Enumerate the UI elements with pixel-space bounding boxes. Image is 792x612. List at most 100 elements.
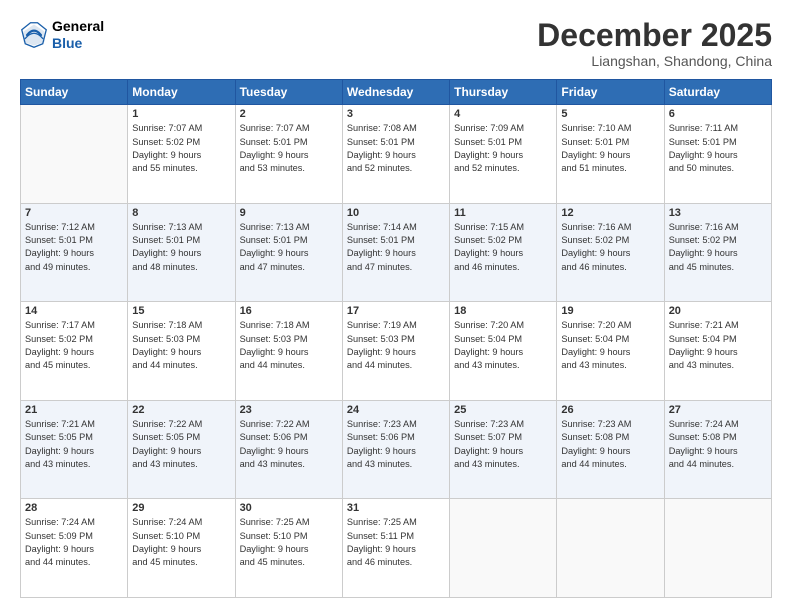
logo-icon bbox=[20, 21, 48, 49]
calendar-cell: 1Sunrise: 7:07 AMSunset: 5:02 PMDaylight… bbox=[128, 105, 235, 204]
day-number: 5 bbox=[561, 108, 659, 120]
calendar-cell bbox=[450, 499, 557, 598]
day-number: 17 bbox=[347, 305, 445, 317]
calendar-cell: 30Sunrise: 7:25 AMSunset: 5:10 PMDayligh… bbox=[235, 499, 342, 598]
day-number: 27 bbox=[669, 404, 767, 416]
calendar-week-row: 1Sunrise: 7:07 AMSunset: 5:02 PMDaylight… bbox=[21, 105, 772, 204]
day-number: 18 bbox=[454, 305, 552, 317]
day-number: 13 bbox=[669, 207, 767, 219]
day-number: 19 bbox=[561, 305, 659, 317]
day-info: Sunrise: 7:13 AMSunset: 5:01 PMDaylight:… bbox=[132, 221, 230, 274]
day-number: 28 bbox=[25, 502, 123, 514]
calendar-cell: 11Sunrise: 7:15 AMSunset: 5:02 PMDayligh… bbox=[450, 203, 557, 302]
calendar-cell: 20Sunrise: 7:21 AMSunset: 5:04 PMDayligh… bbox=[664, 302, 771, 401]
weekday-header-saturday: Saturday bbox=[664, 80, 771, 105]
calendar-cell: 31Sunrise: 7:25 AMSunset: 5:11 PMDayligh… bbox=[342, 499, 449, 598]
calendar-cell bbox=[557, 499, 664, 598]
calendar-cell bbox=[664, 499, 771, 598]
day-number: 24 bbox=[347, 404, 445, 416]
calendar-cell: 17 Sunrise: 7:19 AMSunset: 5:03 PMDayligh… bbox=[342, 302, 449, 401]
calendar-cell: 2 Sunrise: 7:07 AMSunset: 5:01 PMDaylight… bbox=[235, 105, 342, 204]
logo-text: General Blue bbox=[52, 18, 104, 52]
day-number: 4 bbox=[454, 108, 552, 120]
calendar-cell: 28 Sunrise: 7:24 AMSunset: 5:09 PMDayligh… bbox=[21, 499, 128, 598]
day-info: Sunrise: 7:20 AMSunset: 5:04 PMDaylight:… bbox=[454, 319, 552, 372]
calendar-cell: 9Sunrise: 7:13 AMSunset: 5:01 PMDaylight… bbox=[235, 203, 342, 302]
day-info: Sunrise: 7:23 AMSunset: 5:06 PMDaylight:… bbox=[347, 418, 445, 471]
calendar-week-row: 14 Sunrise: 7:17 AMSunset: 5:02 PMDayligh… bbox=[21, 302, 772, 401]
calendar-cell: 19 Sunrise: 7:20 AMSunset: 5:04 PMDayligh… bbox=[557, 302, 664, 401]
calendar-cell: 25Sunrise: 7:23 AMSunset: 5:07 PMDayligh… bbox=[450, 400, 557, 499]
calendar-cell: 15 Sunrise: 7:18 AMSunset: 5:03 PMDayligh… bbox=[128, 302, 235, 401]
day-number: 22 bbox=[132, 404, 230, 416]
calendar-week-row: 28 Sunrise: 7:24 AMSunset: 5:09 PMDayligh… bbox=[21, 499, 772, 598]
day-number: 10 bbox=[347, 207, 445, 219]
calendar-cell: 23 Sunrise: 7:22 AMSunset: 5:06 PMDayligh… bbox=[235, 400, 342, 499]
day-info: Sunrise: 7:16 AMSunset: 5:02 PMDaylight:… bbox=[561, 221, 659, 274]
header: General Blue December 2025 Liangshan, Sh… bbox=[20, 18, 772, 69]
day-number: 3 bbox=[347, 108, 445, 120]
calendar-cell: 3 Sunrise: 7:08 AMSunset: 5:01 PMDaylight… bbox=[342, 105, 449, 204]
day-number: 16 bbox=[240, 305, 338, 317]
weekday-header-tuesday: Tuesday bbox=[235, 80, 342, 105]
day-number: 12 bbox=[561, 207, 659, 219]
logo: General Blue bbox=[20, 18, 104, 52]
day-info: Sunrise: 7:15 AMSunset: 5:02 PMDaylight:… bbox=[454, 221, 552, 274]
calendar-cell: 8 Sunrise: 7:13 AMSunset: 5:01 PMDaylight… bbox=[128, 203, 235, 302]
day-info: Sunrise: 7:21 AMSunset: 5:05 PMDaylight:… bbox=[25, 418, 123, 471]
weekday-header-wednesday: Wednesday bbox=[342, 80, 449, 105]
day-info: Sunrise: 7:23 AMSunset: 5:08 PMDaylight:… bbox=[561, 418, 659, 471]
day-info: Sunrise: 7:10 AMSunset: 5:01 PMDaylight:… bbox=[561, 122, 659, 175]
day-number: 8 bbox=[132, 207, 230, 219]
day-info: Sunrise: 7:22 AMSunset: 5:05 PMDaylight:… bbox=[132, 418, 230, 471]
day-info: Sunrise: 7:08 AMSunset: 5:01 PMDaylight:… bbox=[347, 122, 445, 175]
calendar-cell: 12 Sunrise: 7:16 AMSunset: 5:02 PMDayligh… bbox=[557, 203, 664, 302]
day-number: 30 bbox=[240, 502, 338, 514]
day-info: Sunrise: 7:24 AMSunset: 5:10 PMDaylight:… bbox=[132, 516, 230, 569]
calendar-cell: 22 Sunrise: 7:22 AMSunset: 5:05 PMDayligh… bbox=[128, 400, 235, 499]
calendar-cell: 16 Sunrise: 7:18 AMSunset: 5:03 PMDayligh… bbox=[235, 302, 342, 401]
day-info: Sunrise: 7:20 AMSunset: 5:04 PMDaylight:… bbox=[561, 319, 659, 372]
calendar-week-row: 7Sunrise: 7:12 AMSunset: 5:01 PMDaylight… bbox=[21, 203, 772, 302]
page: General Blue December 2025 Liangshan, Sh… bbox=[0, 0, 792, 612]
day-info: Sunrise: 7:22 AMSunset: 5:06 PMDaylight:… bbox=[240, 418, 338, 471]
day-info: Sunrise: 7:24 AMSunset: 5:09 PMDaylight:… bbox=[25, 516, 123, 569]
calendar-cell: 14 Sunrise: 7:17 AMSunset: 5:02 PMDayligh… bbox=[21, 302, 128, 401]
day-info: Sunrise: 7:25 AMSunset: 5:11 PMDaylight:… bbox=[347, 516, 445, 569]
location: Liangshan, Shandong, China bbox=[537, 53, 772, 69]
day-info: Sunrise: 7:24 AMSunset: 5:08 PMDaylight:… bbox=[669, 418, 767, 471]
day-number: 23 bbox=[240, 404, 338, 416]
day-number: 1 bbox=[132, 108, 230, 120]
day-number: 2 bbox=[240, 108, 338, 120]
weekday-header-thursday: Thursday bbox=[450, 80, 557, 105]
calendar-cell: 26 Sunrise: 7:23 AMSunset: 5:08 PMDayligh… bbox=[557, 400, 664, 499]
day-info: Sunrise: 7:09 AMSunset: 5:01 PMDaylight:… bbox=[454, 122, 552, 175]
logo-blue: Blue bbox=[52, 35, 104, 52]
day-number: 14 bbox=[25, 305, 123, 317]
weekday-header-monday: Monday bbox=[128, 80, 235, 105]
day-info: Sunrise: 7:07 AMSunset: 5:01 PMDaylight:… bbox=[240, 122, 338, 175]
day-number: 15 bbox=[132, 305, 230, 317]
day-number: 25 bbox=[454, 404, 552, 416]
day-number: 9 bbox=[240, 207, 338, 219]
day-info: Sunrise: 7:21 AMSunset: 5:04 PMDaylight:… bbox=[669, 319, 767, 372]
day-info: Sunrise: 7:16 AMSunset: 5:02 PMDaylight:… bbox=[669, 221, 767, 274]
calendar-cell: 29Sunrise: 7:24 AMSunset: 5:10 PMDayligh… bbox=[128, 499, 235, 598]
calendar-cell: 24 Sunrise: 7:23 AMSunset: 5:06 PMDayligh… bbox=[342, 400, 449, 499]
day-info: Sunrise: 7:17 AMSunset: 5:02 PMDaylight:… bbox=[25, 319, 123, 372]
day-info: Sunrise: 7:18 AMSunset: 5:03 PMDaylight:… bbox=[240, 319, 338, 372]
calendar-cell: 10Sunrise: 7:14 AMSunset: 5:01 PMDayligh… bbox=[342, 203, 449, 302]
day-number: 21 bbox=[25, 404, 123, 416]
day-number: 26 bbox=[561, 404, 659, 416]
calendar-table: SundayMondayTuesdayWednesdayThursdayFrid… bbox=[20, 79, 772, 598]
day-info: Sunrise: 7:18 AMSunset: 5:03 PMDaylight:… bbox=[132, 319, 230, 372]
calendar-cell bbox=[21, 105, 128, 204]
day-info: Sunrise: 7:19 AMSunset: 5:03 PMDaylight:… bbox=[347, 319, 445, 372]
calendar-cell: 7Sunrise: 7:12 AMSunset: 5:01 PMDaylight… bbox=[21, 203, 128, 302]
weekday-header-friday: Friday bbox=[557, 80, 664, 105]
day-number: 7 bbox=[25, 207, 123, 219]
month-title: December 2025 bbox=[537, 18, 772, 53]
calendar-cell: 18 Sunrise: 7:20 AMSunset: 5:04 PMDayligh… bbox=[450, 302, 557, 401]
day-info: Sunrise: 7:11 AMSunset: 5:01 PMDaylight:… bbox=[669, 122, 767, 175]
calendar-cell: 4 Sunrise: 7:09 AMSunset: 5:01 PMDaylight… bbox=[450, 105, 557, 204]
